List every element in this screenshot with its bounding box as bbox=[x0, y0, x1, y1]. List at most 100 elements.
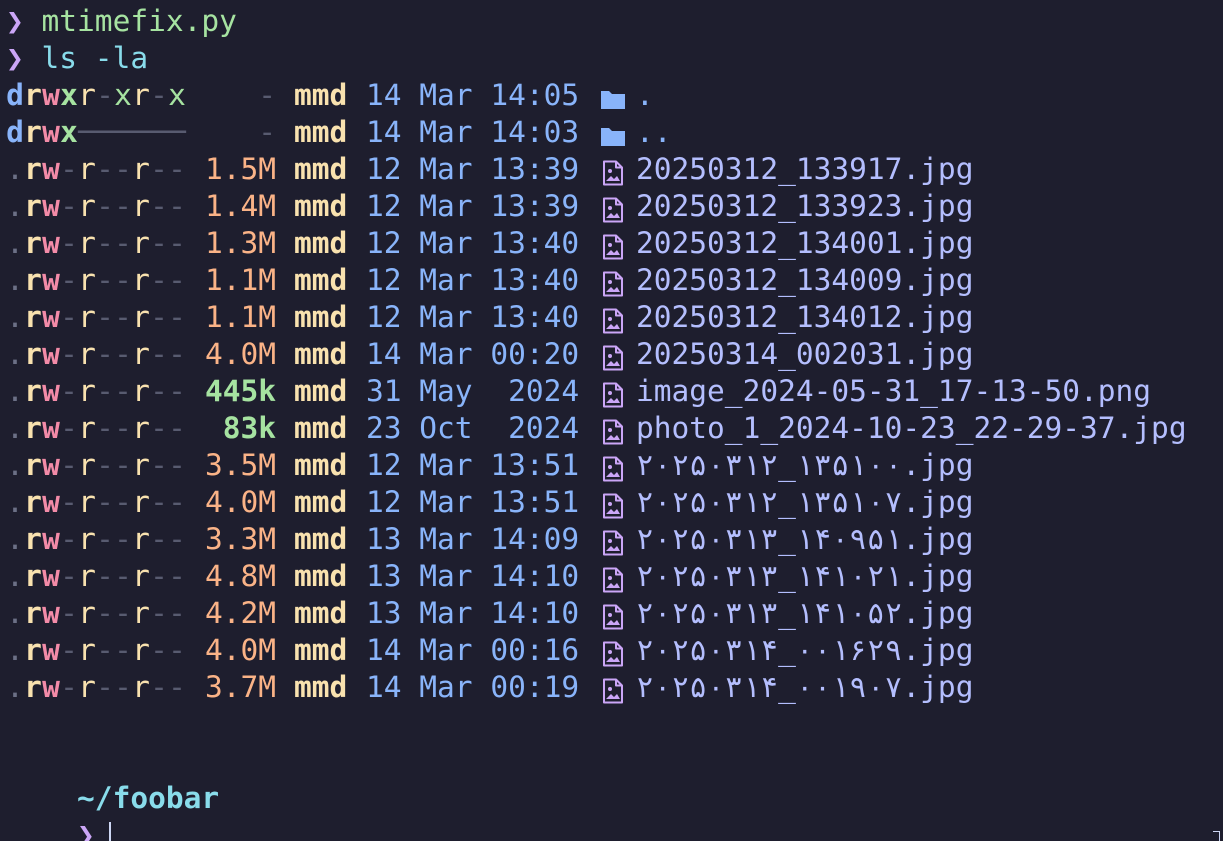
permissions: .rw-r--r-- bbox=[6, 411, 186, 445]
permissions: .rw-r--r-- bbox=[6, 300, 186, 334]
image-icon-wrap bbox=[600, 451, 636, 482]
modified-date: 14 Mar 00:20 bbox=[366, 337, 580, 371]
terminal-window[interactable]: ❯ mtimefix.py ❯ ls -la drwxr-xr-x - mmd 14 M… bbox=[0, 3, 1223, 841]
listing-row[interactable]: .rw-r--r-- 1.5M mmd 12 Mar 13:39 20250312_13… bbox=[6, 151, 1223, 188]
modified-date: 31 May 2024 bbox=[366, 374, 580, 408]
owner: mmd bbox=[294, 411, 348, 445]
file-name[interactable]: ۲۰۲۵۰۳۱۳_۱۴۰۹۵۱.jpg bbox=[636, 522, 973, 556]
file-size: 1.4M bbox=[204, 189, 276, 223]
listing-row[interactable]: .rw-r--r-- 4.8M mmd 13 Mar 14:10 ۲۰۲۵۰۳۱۳_۱۴… bbox=[6, 558, 1223, 595]
owner: mmd bbox=[294, 337, 348, 371]
prompt-symbol: ❯ bbox=[77, 818, 95, 841]
owner: mmd bbox=[294, 485, 348, 519]
file-name[interactable]: 20250312_133917.jpg bbox=[636, 152, 973, 186]
listing-row[interactable]: .rw-r--r-- 4.2M mmd 13 Mar 14:10 ۲۰۲۵۰۳۱۳_۱۴… bbox=[6, 595, 1223, 632]
file-name[interactable]: . bbox=[636, 78, 654, 112]
image-icon-wrap bbox=[600, 192, 636, 223]
file-name[interactable]: 20250312_133923.jpg bbox=[636, 189, 973, 223]
image-file-icon bbox=[603, 234, 623, 260]
prompt-symbol: ❯ bbox=[6, 4, 24, 38]
listing-row[interactable]: .rw-r--r-- 1.4M mmd 12 Mar 13:39 20250312_13… bbox=[6, 188, 1223, 225]
file-size: 4.0M bbox=[204, 337, 276, 371]
history-line: ❯ mtimefix.py bbox=[6, 3, 1223, 40]
file-name[interactable]: 20250312_134001.jpg bbox=[636, 226, 973, 260]
modified-date: 12 Mar 13:39 bbox=[366, 152, 580, 186]
listing-row[interactable]: .rw-r--r-- 4.0M mmd 14 Mar 00:16 ۲۰۲۵۰۳۱۴_۰۰… bbox=[6, 632, 1223, 669]
file-size: 1.1M bbox=[204, 300, 276, 334]
listing-row[interactable]: .rw-r--r-- 1.1M mmd 12 Mar 13:40 20250312_13… bbox=[6, 262, 1223, 299]
owner: mmd bbox=[294, 226, 348, 260]
listing-row[interactable]: drwx────── - mmd 14 Mar 14:03.. bbox=[6, 114, 1223, 151]
file-name[interactable]: ۲۰۲۵۰۳۱۴_۰۰۱۶۲۹.jpg bbox=[636, 633, 973, 667]
text-cursor[interactable] bbox=[108, 821, 111, 841]
image-file-icon bbox=[603, 382, 623, 408]
image-file-icon bbox=[603, 345, 623, 371]
modified-date: 14 Mar 00:16 bbox=[366, 633, 580, 667]
permissions: .rw-r--r-- bbox=[6, 485, 186, 519]
listing-row[interactable]: .rw-r--r-- 3.5M mmd 12 Mar 13:51 ۲۰۲۵۰۳۱۲_۱۳… bbox=[6, 447, 1223, 484]
modified-date: 14 Mar 14:03 bbox=[366, 115, 580, 149]
file-size: 1.5M bbox=[204, 152, 276, 186]
owner: mmd bbox=[294, 522, 348, 556]
image-icon-wrap bbox=[600, 599, 636, 630]
file-name[interactable]: 20250314_002031.jpg bbox=[636, 337, 973, 371]
folder-icon bbox=[601, 91, 625, 109]
file-size: - bbox=[258, 115, 276, 149]
file-size: 3.7M bbox=[204, 670, 276, 704]
listing-row[interactable]: .rw-r--r-- 3.3M mmd 13 Mar 14:09 ۲۰۲۵۰۳۱۳_۱۴… bbox=[6, 521, 1223, 558]
owner: mmd bbox=[294, 263, 348, 297]
image-file-icon bbox=[603, 271, 623, 297]
file-size: 1.1M bbox=[204, 263, 276, 297]
permissions: .rw-r--r-- bbox=[6, 226, 186, 260]
image-file-icon bbox=[603, 678, 623, 704]
listing-row[interactable]: .rw-r--r-- 1.1M mmd 12 Mar 13:40 20250312_13… bbox=[6, 299, 1223, 336]
permissions: .rw-r--r-- bbox=[6, 448, 186, 482]
image-icon-wrap bbox=[600, 229, 636, 260]
file-name[interactable]: ۲۰۲۵۰۳۱۲_۱۳۵۱۰۰.jpg bbox=[636, 448, 973, 482]
owner: mmd bbox=[294, 596, 348, 630]
file-name[interactable]: 20250312_134009.jpg bbox=[636, 263, 973, 297]
file-name[interactable]: ۲۰۲۵۰۳۱۲_۱۳۵۱۰۷.jpg bbox=[636, 485, 973, 519]
file-name[interactable]: ۲۰۲۵۰۳۱۳_۱۴۱۰۲۱.jpg bbox=[636, 559, 973, 593]
owner: mmd bbox=[294, 300, 348, 334]
file-size: 3.3M bbox=[204, 522, 276, 556]
ls-output: drwxr-xr-x - mmd 14 Mar 14:05. drwx────── - mm… bbox=[6, 77, 1223, 706]
listing-row[interactable]: .rw-r--r-- 3.7M mmd 14 Mar 00:19 ۲۰۲۵۰۳۱۴_۰۰… bbox=[6, 669, 1223, 706]
listing-row[interactable]: .rw-r--r-- 1.3M mmd 12 Mar 13:40 20250312_13… bbox=[6, 225, 1223, 262]
file-size: 3.5M bbox=[204, 448, 276, 482]
file-size: 4.0M bbox=[204, 485, 276, 519]
prompt-symbol: ❯ bbox=[6, 41, 24, 75]
image-file-icon bbox=[603, 567, 623, 593]
image-icon-wrap bbox=[600, 377, 636, 408]
owner: mmd bbox=[294, 189, 348, 223]
listing-row[interactable]: .rw-r--r-- 4.0M mmd 14 Mar 00:20 20250314_00… bbox=[6, 336, 1223, 373]
file-name[interactable]: .. bbox=[636, 115, 672, 149]
permissions: .rw-r--r-- bbox=[6, 189, 186, 223]
modified-date: 13 Mar 14:09 bbox=[366, 522, 580, 556]
listing-row[interactable]: .rw-r--r-- 445k mmd 31 May 2024 image_2024-0… bbox=[6, 373, 1223, 410]
history-line: ❯ ls -la bbox=[6, 40, 1223, 77]
listing-row[interactable]: drwxr-xr-x - mmd 14 Mar 14:05. bbox=[6, 77, 1223, 114]
file-name[interactable]: image_2024-05-31_17-13-50.png bbox=[636, 374, 1151, 408]
file-name[interactable]: ۲۰۲۵۰۳۱۳_۱۴۱۰۵۲.jpg bbox=[636, 596, 973, 630]
modified-date: 13 Mar 14:10 bbox=[366, 559, 580, 593]
cwd-line: ~/foobar bbox=[6, 743, 1223, 815]
image-file-icon bbox=[603, 604, 623, 630]
modified-date: 14 Mar 14:05 bbox=[366, 78, 580, 112]
modified-date: 12 Mar 13:51 bbox=[366, 448, 580, 482]
image-icon-wrap bbox=[600, 673, 636, 704]
file-name[interactable]: ۲۰۲۵۰۳۱۴_۰۰۱۹۰۷.jpg bbox=[636, 670, 973, 704]
folder-icon-wrap bbox=[600, 118, 636, 149]
owner: mmd bbox=[294, 115, 348, 149]
permissions: .rw-r--r-- bbox=[6, 337, 186, 371]
image-file-icon bbox=[603, 641, 623, 667]
file-size: 4.2M bbox=[204, 596, 276, 630]
file-name[interactable]: 20250312_134012.jpg bbox=[636, 300, 973, 334]
modified-date: 23 Oct 2024 bbox=[366, 411, 580, 445]
listing-row[interactable]: .rw-r--r-- 4.0M mmd 12 Mar 13:51 ۲۰۲۵۰۳۱۲_۱۳… bbox=[6, 484, 1223, 521]
listing-row[interactable]: .rw-r--r-- 83k mmd 23 Oct 2024 photo_1_2024-… bbox=[6, 410, 1223, 447]
file-name[interactable]: photo_1_2024-10-23_22-29-37.jpg bbox=[636, 411, 1187, 445]
file-size: - bbox=[258, 78, 276, 112]
permissions: .rw-r--r-- bbox=[6, 263, 186, 297]
